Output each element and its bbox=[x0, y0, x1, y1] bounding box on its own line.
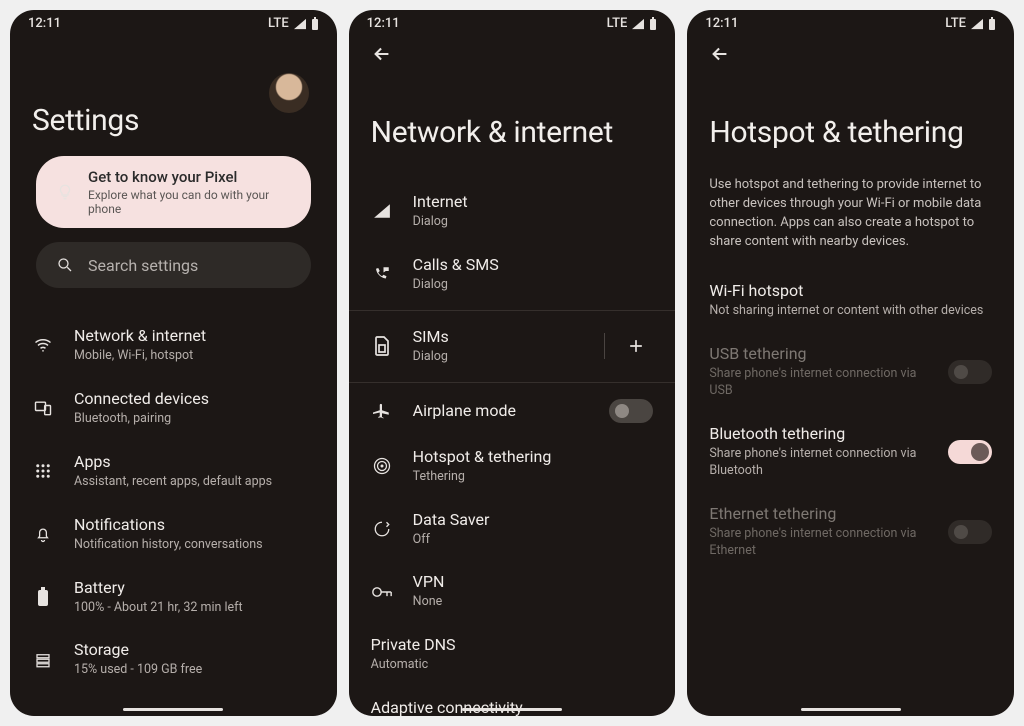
back-button[interactable] bbox=[709, 43, 731, 65]
signal-icon bbox=[371, 200, 393, 222]
home-indicator[interactable] bbox=[462, 708, 562, 711]
screen-settings: 12:11 LTE Settings Get to know your Pixe… bbox=[10, 10, 337, 716]
signal-icon bbox=[970, 18, 984, 30]
settings-list: Network & internetMobile, Wi-Fi, hotspot… bbox=[10, 310, 337, 695]
bt-toggle[interactable] bbox=[948, 440, 992, 464]
battery-icon bbox=[988, 17, 996, 30]
back-button[interactable] bbox=[371, 43, 393, 65]
wifi-icon bbox=[32, 334, 54, 356]
divider bbox=[604, 333, 605, 359]
apps-icon bbox=[32, 460, 54, 482]
row-apps[interactable]: AppsAssistant, recent apps, default apps bbox=[10, 440, 337, 503]
add-sim-button[interactable] bbox=[619, 329, 653, 363]
status-right: LTE bbox=[607, 16, 658, 31]
divider bbox=[349, 382, 676, 383]
usb-toggle bbox=[948, 360, 992, 384]
screen-network: 12:11 LTE Network & internet InternetDia… bbox=[349, 10, 676, 716]
row-wifi-hotspot[interactable]: Wi-Fi hotspotNot sharing internet or con… bbox=[687, 269, 1014, 332]
hotspot-list: Wi-Fi hotspotNot sharing internet or con… bbox=[687, 265, 1014, 575]
home-indicator[interactable] bbox=[123, 708, 223, 711]
row-connected[interactable]: Connected devicesBluetooth, pairing bbox=[10, 377, 337, 440]
status-net: LTE bbox=[945, 16, 966, 31]
row-sims[interactable]: SIMsDialog bbox=[349, 315, 676, 378]
bell-icon bbox=[32, 523, 54, 545]
page-title: Hotspot & tethering bbox=[709, 115, 992, 150]
row-adaptive[interactable]: Adaptive connectivity bbox=[349, 686, 676, 716]
status-net: LTE bbox=[607, 16, 628, 31]
status-bar: 12:11 LTE bbox=[10, 10, 337, 33]
search-placeholder: Search settings bbox=[88, 256, 198, 275]
signal-icon bbox=[293, 18, 307, 30]
row-datasaver[interactable]: Data SaverOff bbox=[349, 498, 676, 561]
row-network[interactable]: Network & internetMobile, Wi-Fi, hotspot bbox=[10, 314, 337, 377]
row-vpn[interactable]: VPNNone bbox=[349, 560, 676, 623]
promo-title: Get to know your Pixel bbox=[88, 168, 293, 186]
airplane-icon bbox=[371, 400, 393, 422]
page-title: Settings bbox=[32, 103, 315, 138]
row-usb-tethering: USB tetheringShare phone's internet conn… bbox=[687, 332, 1014, 412]
status-bar: 12:11 LTE bbox=[687, 10, 1014, 33]
lightbulb-icon bbox=[54, 181, 76, 203]
promo-card[interactable]: Get to know your Pixel Explore what you … bbox=[36, 156, 311, 228]
sim-icon bbox=[371, 335, 393, 357]
row-notifications[interactable]: NotificationsNotification history, conve… bbox=[10, 503, 337, 566]
screen-hotspot: 12:11 LTE Hotspot & tethering Use hotspo… bbox=[687, 10, 1014, 716]
hotspot-icon bbox=[371, 455, 393, 477]
page-title: Network & internet bbox=[371, 115, 654, 150]
search-input[interactable]: Search settings bbox=[36, 242, 311, 288]
status-net: LTE bbox=[268, 16, 289, 31]
phone-msg-icon bbox=[371, 263, 393, 285]
row-privatedns[interactable]: Private DNSAutomatic bbox=[349, 623, 676, 686]
promo-sub: Explore what you can do with your phone bbox=[88, 188, 293, 216]
home-indicator[interactable] bbox=[801, 708, 901, 711]
battery-icon bbox=[32, 586, 54, 608]
signal-icon bbox=[631, 18, 645, 30]
status-bar: 12:11 LTE bbox=[349, 10, 676, 33]
status-right: LTE bbox=[945, 16, 996, 31]
row-storage[interactable]: Storage15% used - 109 GB free bbox=[10, 628, 337, 691]
status-time: 12:11 bbox=[705, 16, 738, 31]
row-internet[interactable]: InternetDialog bbox=[349, 180, 676, 243]
page-description: Use hotspot and tethering to provide int… bbox=[687, 176, 1014, 265]
status-time: 12:11 bbox=[28, 16, 61, 31]
airplane-toggle[interactable] bbox=[609, 399, 653, 423]
row-calls[interactable]: Calls & SMSDialog bbox=[349, 243, 676, 306]
eth-toggle bbox=[948, 520, 992, 544]
battery-icon bbox=[311, 17, 319, 30]
divider bbox=[349, 310, 676, 311]
avatar[interactable] bbox=[269, 73, 309, 113]
storage-icon bbox=[32, 649, 54, 671]
row-bt-tethering[interactable]: Bluetooth tetheringShare phone's interne… bbox=[687, 412, 1014, 492]
row-eth-tethering: Ethernet tetheringShare phone's internet… bbox=[687, 492, 1014, 572]
network-list: InternetDialog Calls & SMSDialog SIMsDia… bbox=[349, 176, 676, 716]
battery-icon bbox=[649, 17, 657, 30]
devices-icon bbox=[32, 397, 54, 419]
row-airplane[interactable]: Airplane mode bbox=[349, 387, 676, 435]
vpn-icon bbox=[371, 581, 393, 603]
datasaver-icon bbox=[371, 518, 393, 540]
row-battery[interactable]: Battery100% - About 21 hr, 32 min left bbox=[10, 566, 337, 629]
search-icon bbox=[54, 254, 76, 276]
row-hotspot[interactable]: Hotspot & tetheringTethering bbox=[349, 435, 676, 498]
status-right: LTE bbox=[268, 16, 319, 31]
status-time: 12:11 bbox=[367, 16, 400, 31]
